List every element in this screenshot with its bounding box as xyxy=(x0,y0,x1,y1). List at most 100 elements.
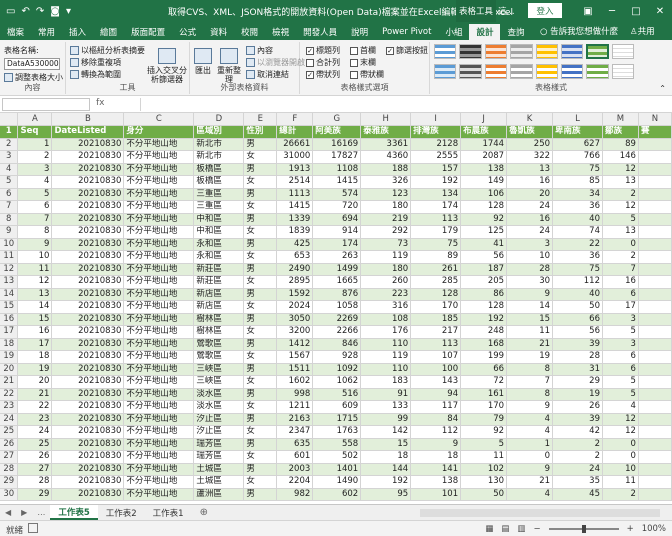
table-cell[interactable]: 20 xyxy=(17,375,53,389)
table-cell[interactable]: 鶯歌區 xyxy=(193,338,245,351)
table-cell[interactable]: 18 xyxy=(17,350,53,364)
table-cell[interactable]: 74 xyxy=(552,225,603,239)
page-layout-view-icon[interactable]: ▤ xyxy=(501,524,509,534)
table-cell[interactable]: 2204 xyxy=(276,475,314,489)
table-cell[interactable]: 112 xyxy=(552,275,603,289)
table-cell[interactable]: 30 xyxy=(506,275,554,289)
table-cell[interactable]: 84 xyxy=(410,413,462,426)
close-icon[interactable]: ✕ xyxy=(648,0,672,22)
table-cell[interactable]: 170 xyxy=(460,400,508,414)
table-cell[interactable]: 248 xyxy=(460,325,508,339)
table-cell[interactable]: 9 xyxy=(410,438,462,451)
table-cell[interactable]: 男 xyxy=(243,363,278,376)
table-cell[interactable]: 10 xyxy=(17,250,53,264)
table-cell[interactable]: 92 xyxy=(460,425,508,439)
table-cell[interactable]: 6 xyxy=(602,350,639,364)
table-cell[interactable]: 149 xyxy=(460,175,508,189)
table-cell[interactable]: 13 xyxy=(17,288,53,301)
zoom-in-icon[interactable]: + xyxy=(627,524,634,534)
table-cell[interactable]: 133 xyxy=(360,400,412,414)
table-cell[interactable]: 982 xyxy=(276,488,314,501)
row-header[interactable]: 8 xyxy=(0,213,19,226)
table-header-cell[interactable]: 總計 xyxy=(276,125,314,139)
table-cell[interactable]: 新莊區 xyxy=(193,275,245,289)
row-header[interactable]: 11 xyxy=(0,250,19,264)
table-cell[interactable] xyxy=(638,325,672,339)
tab-query[interactable]: 查詢 xyxy=(500,24,531,40)
table-cell[interactable]: 不分平地山地 xyxy=(123,350,195,364)
table-cell[interactable]: 三峽區 xyxy=(193,375,245,389)
table-cell[interactable]: 19 xyxy=(506,350,554,364)
table-cell[interactable]: 12 xyxy=(602,425,639,439)
table-cell[interactable]: 174 xyxy=(410,200,462,214)
table-cell[interactable]: 113 xyxy=(410,338,462,351)
row-header[interactable]: 20 xyxy=(0,363,19,376)
table-cell[interactable]: 淡水區 xyxy=(193,400,245,414)
table-cell[interactable]: 女 xyxy=(243,425,278,439)
table-cell[interactable]: 5 xyxy=(602,388,639,401)
table-cell[interactable]: 新店區 xyxy=(193,300,245,314)
table-cell[interactable]: 20210830 xyxy=(51,313,125,326)
table-cell[interactable]: 8 xyxy=(506,388,554,401)
zoom-out-icon[interactable]: − xyxy=(533,524,540,534)
table-cell[interactable]: 27 xyxy=(17,463,53,476)
table-cell[interactable]: 601 xyxy=(276,450,314,464)
worksheet-grid[interactable]: A B C D E F G H I J K L M N 1 Seq DateListed 身分 區域別 性別 總計 阿美族… xyxy=(0,113,672,504)
table-cell[interactable]: 不分平地山地 xyxy=(123,275,195,289)
table-cell[interactable]: 56 xyxy=(552,325,603,339)
table-cell[interactable]: 502 xyxy=(312,450,362,464)
table-cell[interactable]: 609 xyxy=(312,400,362,414)
table-cell[interactable]: 三重區 xyxy=(193,200,245,214)
column-header[interactable]: F xyxy=(276,113,314,126)
table-cell[interactable]: 2895 xyxy=(276,275,314,289)
insert-slicer-button[interactable]: 插入交叉分析篩選器 xyxy=(146,48,188,84)
table-cell[interactable]: 157 xyxy=(410,163,462,176)
row-header[interactable]: 13 xyxy=(0,275,19,289)
row-header[interactable]: 17 xyxy=(0,325,19,339)
table-cell[interactable]: 21 xyxy=(506,338,554,351)
table-cell[interactable]: 260 xyxy=(360,275,412,289)
table-cell[interactable]: 15 xyxy=(506,313,554,326)
table-cell[interactable]: 4 xyxy=(506,425,554,439)
table-cell[interactable]: 20210830 xyxy=(51,463,125,476)
column-header[interactable]: L xyxy=(552,113,603,126)
table-cell[interactable]: 123 xyxy=(360,188,412,201)
table-cell[interactable]: 不分平地山地 xyxy=(123,363,195,376)
table-cell[interactable]: 31000 xyxy=(276,150,314,164)
column-header[interactable]: E xyxy=(243,113,278,126)
tab-home[interactable]: 常用 xyxy=(31,24,62,40)
table-header-cell[interactable]: 身分 xyxy=(123,125,195,139)
table-cell[interactable]: 20210830 xyxy=(51,175,125,189)
table-cell[interactable]: 7 xyxy=(506,375,554,389)
table-cell[interactable] xyxy=(638,288,672,301)
select-all-corner[interactable] xyxy=(0,113,19,126)
total-row-checkbox[interactable]: 合計列 xyxy=(306,57,340,68)
row-header[interactable]: 16 xyxy=(0,313,19,326)
table-cell[interactable]: 56 xyxy=(460,250,508,264)
table-cell[interactable]: 4 xyxy=(602,400,639,414)
table-cell[interactable]: 3 xyxy=(506,238,554,251)
table-cell[interactable] xyxy=(638,400,672,414)
table-cell[interactable]: 1092 xyxy=(312,363,362,376)
table-cell[interactable]: 23 xyxy=(17,413,53,426)
table-cell[interactable]: 1763 xyxy=(312,425,362,439)
table-cell[interactable]: 102 xyxy=(460,463,508,476)
table-cell[interactable]: 12 xyxy=(602,163,639,176)
table-cell[interactable]: 1415 xyxy=(276,200,314,214)
table-cell[interactable]: 男 xyxy=(243,338,278,351)
table-cell[interactable]: 18 xyxy=(410,450,462,464)
table-cell[interactable]: 94 xyxy=(410,388,462,401)
table-cell[interactable]: 192 xyxy=(410,175,462,189)
table-cell[interactable]: 185 xyxy=(410,313,462,326)
column-header[interactable]: I xyxy=(410,113,462,126)
row-header[interactable]: 22 xyxy=(0,388,19,401)
table-cell[interactable]: 180 xyxy=(360,200,412,214)
column-header[interactable]: C xyxy=(123,113,195,126)
table-cell[interactable]: 91 xyxy=(360,388,412,401)
table-cell[interactable]: 217 xyxy=(410,325,462,339)
table-cell[interactable]: 192 xyxy=(360,475,412,489)
table-style-swatch[interactable] xyxy=(510,44,533,59)
table-cell[interactable]: 20210830 xyxy=(51,375,125,389)
table-cell[interactable]: 188 xyxy=(360,163,412,176)
table-cell[interactable]: 602 xyxy=(312,488,362,501)
